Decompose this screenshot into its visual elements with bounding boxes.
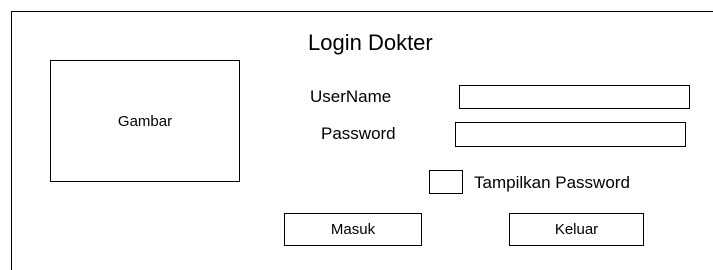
username-label: UserName [310, 87, 392, 106]
show-password-label[interactable]: Tampilkan Password [474, 172, 630, 194]
login-button-label: Masuk [330, 221, 376, 238]
form-title: Login Dokter [308, 30, 433, 55]
exit-button[interactable]: Keluar [509, 213, 644, 246]
password-input[interactable] [455, 122, 686, 147]
image-placeholder-label: Gambar [117, 112, 173, 130]
login-button[interactable]: Masuk [284, 213, 422, 246]
exit-button-label: Keluar [554, 221, 599, 238]
username-input[interactable] [459, 85, 690, 109]
show-password-checkbox[interactable] [429, 170, 463, 194]
password-label: Password [321, 124, 396, 143]
image-placeholder: Gambar [50, 60, 240, 182]
